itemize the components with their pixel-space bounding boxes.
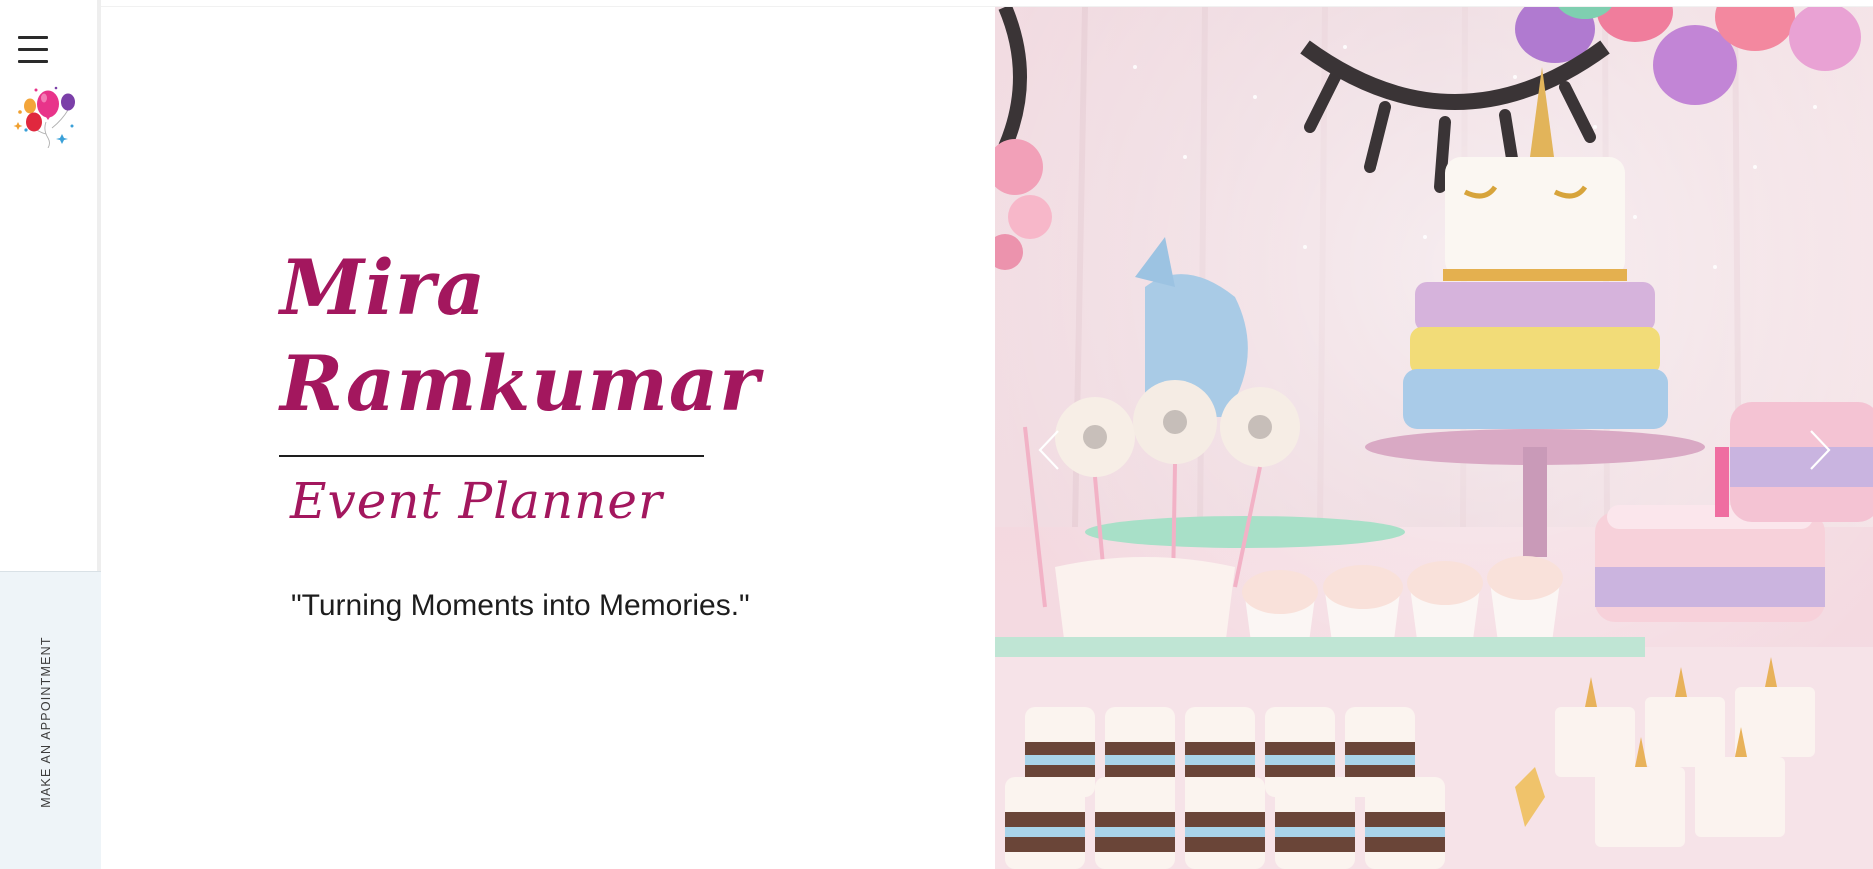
hero-tagline: "Turning Moments into Memories.": [291, 589, 750, 622]
chevron-right-icon[interactable]: [1801, 427, 1837, 473]
chevron-left-icon[interactable]: [1032, 427, 1068, 473]
hamburger-menu-icon[interactable]: [16, 32, 50, 68]
top-strip: [0, 0, 1873, 7]
hero-role: Event Planner: [290, 472, 663, 530]
balloons-logo-icon[interactable]: [12, 82, 82, 148]
hero-name-last: Ramkumar: [280, 339, 761, 428]
hero-slideshow: [995, 7, 1873, 869]
page: MAKE AN APPOINTMENT Mira Ramkumar Event …: [0, 0, 1873, 869]
hero-name-first: Mira: [280, 243, 487, 332]
make-appointment-label[interactable]: MAKE AN APPOINTMENT: [39, 636, 53, 807]
slideshow-image: [995, 7, 1873, 869]
hero-divider: [279, 455, 704, 457]
